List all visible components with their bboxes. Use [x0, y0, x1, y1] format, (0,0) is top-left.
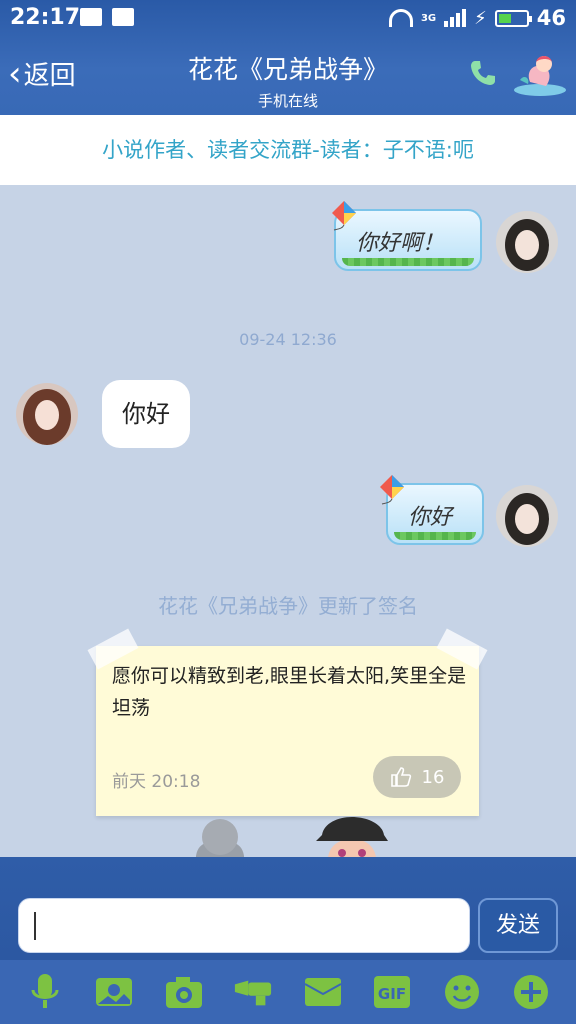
- battery-level: 46: [536, 6, 566, 30]
- image-notification-icon: [80, 8, 102, 26]
- online-status: 手机在线: [257, 92, 318, 110]
- chevron-left-icon: ‹: [8, 53, 22, 94]
- smiley-icon[interactable]: [442, 972, 482, 1012]
- network-type: 3G: [420, 12, 437, 24]
- status-time: 22:17: [10, 5, 81, 30]
- avatar-self[interactable]: [496, 211, 558, 273]
- gif-label: GIF: [378, 985, 406, 1003]
- message-bubble-received[interactable]: 你好: [102, 380, 190, 448]
- message-text: 你好啊！: [356, 231, 445, 256]
- input-toolbar: GIF: [0, 960, 576, 1024]
- signal-icon: [444, 9, 467, 27]
- charging-icon: ⚡: [474, 7, 487, 29]
- camera-icon[interactable]: [164, 972, 204, 1012]
- group-notice[interactable]: 小说作者、读者交流群-读者：子不语:呃: [0, 115, 576, 185]
- chat-title-block: 花花《兄弟战争》 手机在线: [130, 50, 446, 111]
- mermaid-theme-icon[interactable]: [510, 52, 570, 98]
- kite-icon: [332, 201, 356, 231]
- message-input[interactable]: [18, 898, 470, 953]
- gif-icon[interactable]: GIF: [372, 972, 412, 1012]
- message-timestamp: 09-24 12:36: [239, 330, 337, 349]
- thumbs-up-icon: [390, 767, 411, 787]
- envelope-icon[interactable]: [303, 972, 343, 1012]
- chat-area[interactable]: 你好啊！ 09-24 12:36 你好 你好 花花《兄弟战争》更新了签名 愿你可…: [0, 185, 576, 857]
- system-notice: 花花《兄弟战争》更新了签名: [158, 594, 418, 618]
- text-caret: [34, 912, 36, 940]
- kite-icon: [380, 475, 404, 505]
- flashlight-icon[interactable]: [233, 972, 273, 1012]
- avatar-contact[interactable]: [16, 383, 78, 445]
- page-title: 花花《兄弟战争》: [187, 55, 388, 84]
- message-text: 你好: [122, 400, 170, 428]
- signature-text: 愿你可以精致到老,眼里长着太阳,笑里全是坦荡: [112, 665, 467, 719]
- avatar-self[interactable]: [496, 485, 558, 547]
- like-button[interactable]: 16: [373, 756, 461, 798]
- status-bar: 22:17 3G ⚡ 46: [0, 0, 576, 36]
- like-count: 16: [421, 766, 445, 788]
- back-button[interactable]: ‹ 返回: [8, 55, 76, 92]
- wifi-icon: [388, 9, 413, 27]
- mail-notification-icon: [112, 8, 134, 26]
- battery-icon: [494, 9, 532, 27]
- picture-icon[interactable]: [94, 972, 134, 1012]
- message-text: 你好: [408, 505, 453, 530]
- plus-icon[interactable]: [511, 972, 551, 1012]
- phone-icon[interactable]: [468, 58, 498, 88]
- header-bar: 22:17 3G ⚡ 46 ‹ 返回 花花《兄弟战争》 手机在线: [0, 0, 576, 115]
- signature-date: 前天 20:18: [112, 772, 201, 792]
- microphone-icon[interactable]: [25, 972, 65, 1012]
- composer-bar: 发送: [0, 857, 576, 960]
- bubble-grass-decoration: [394, 532, 476, 540]
- bubble-grass-decoration: [342, 258, 474, 266]
- signature-card[interactable]: 愿你可以精致到老,眼里长着太阳,笑里全是坦荡 前天 20:18 16: [87, 628, 488, 816]
- send-button[interactable]: 发送: [478, 898, 558, 953]
- back-label: 返回: [23, 61, 76, 91]
